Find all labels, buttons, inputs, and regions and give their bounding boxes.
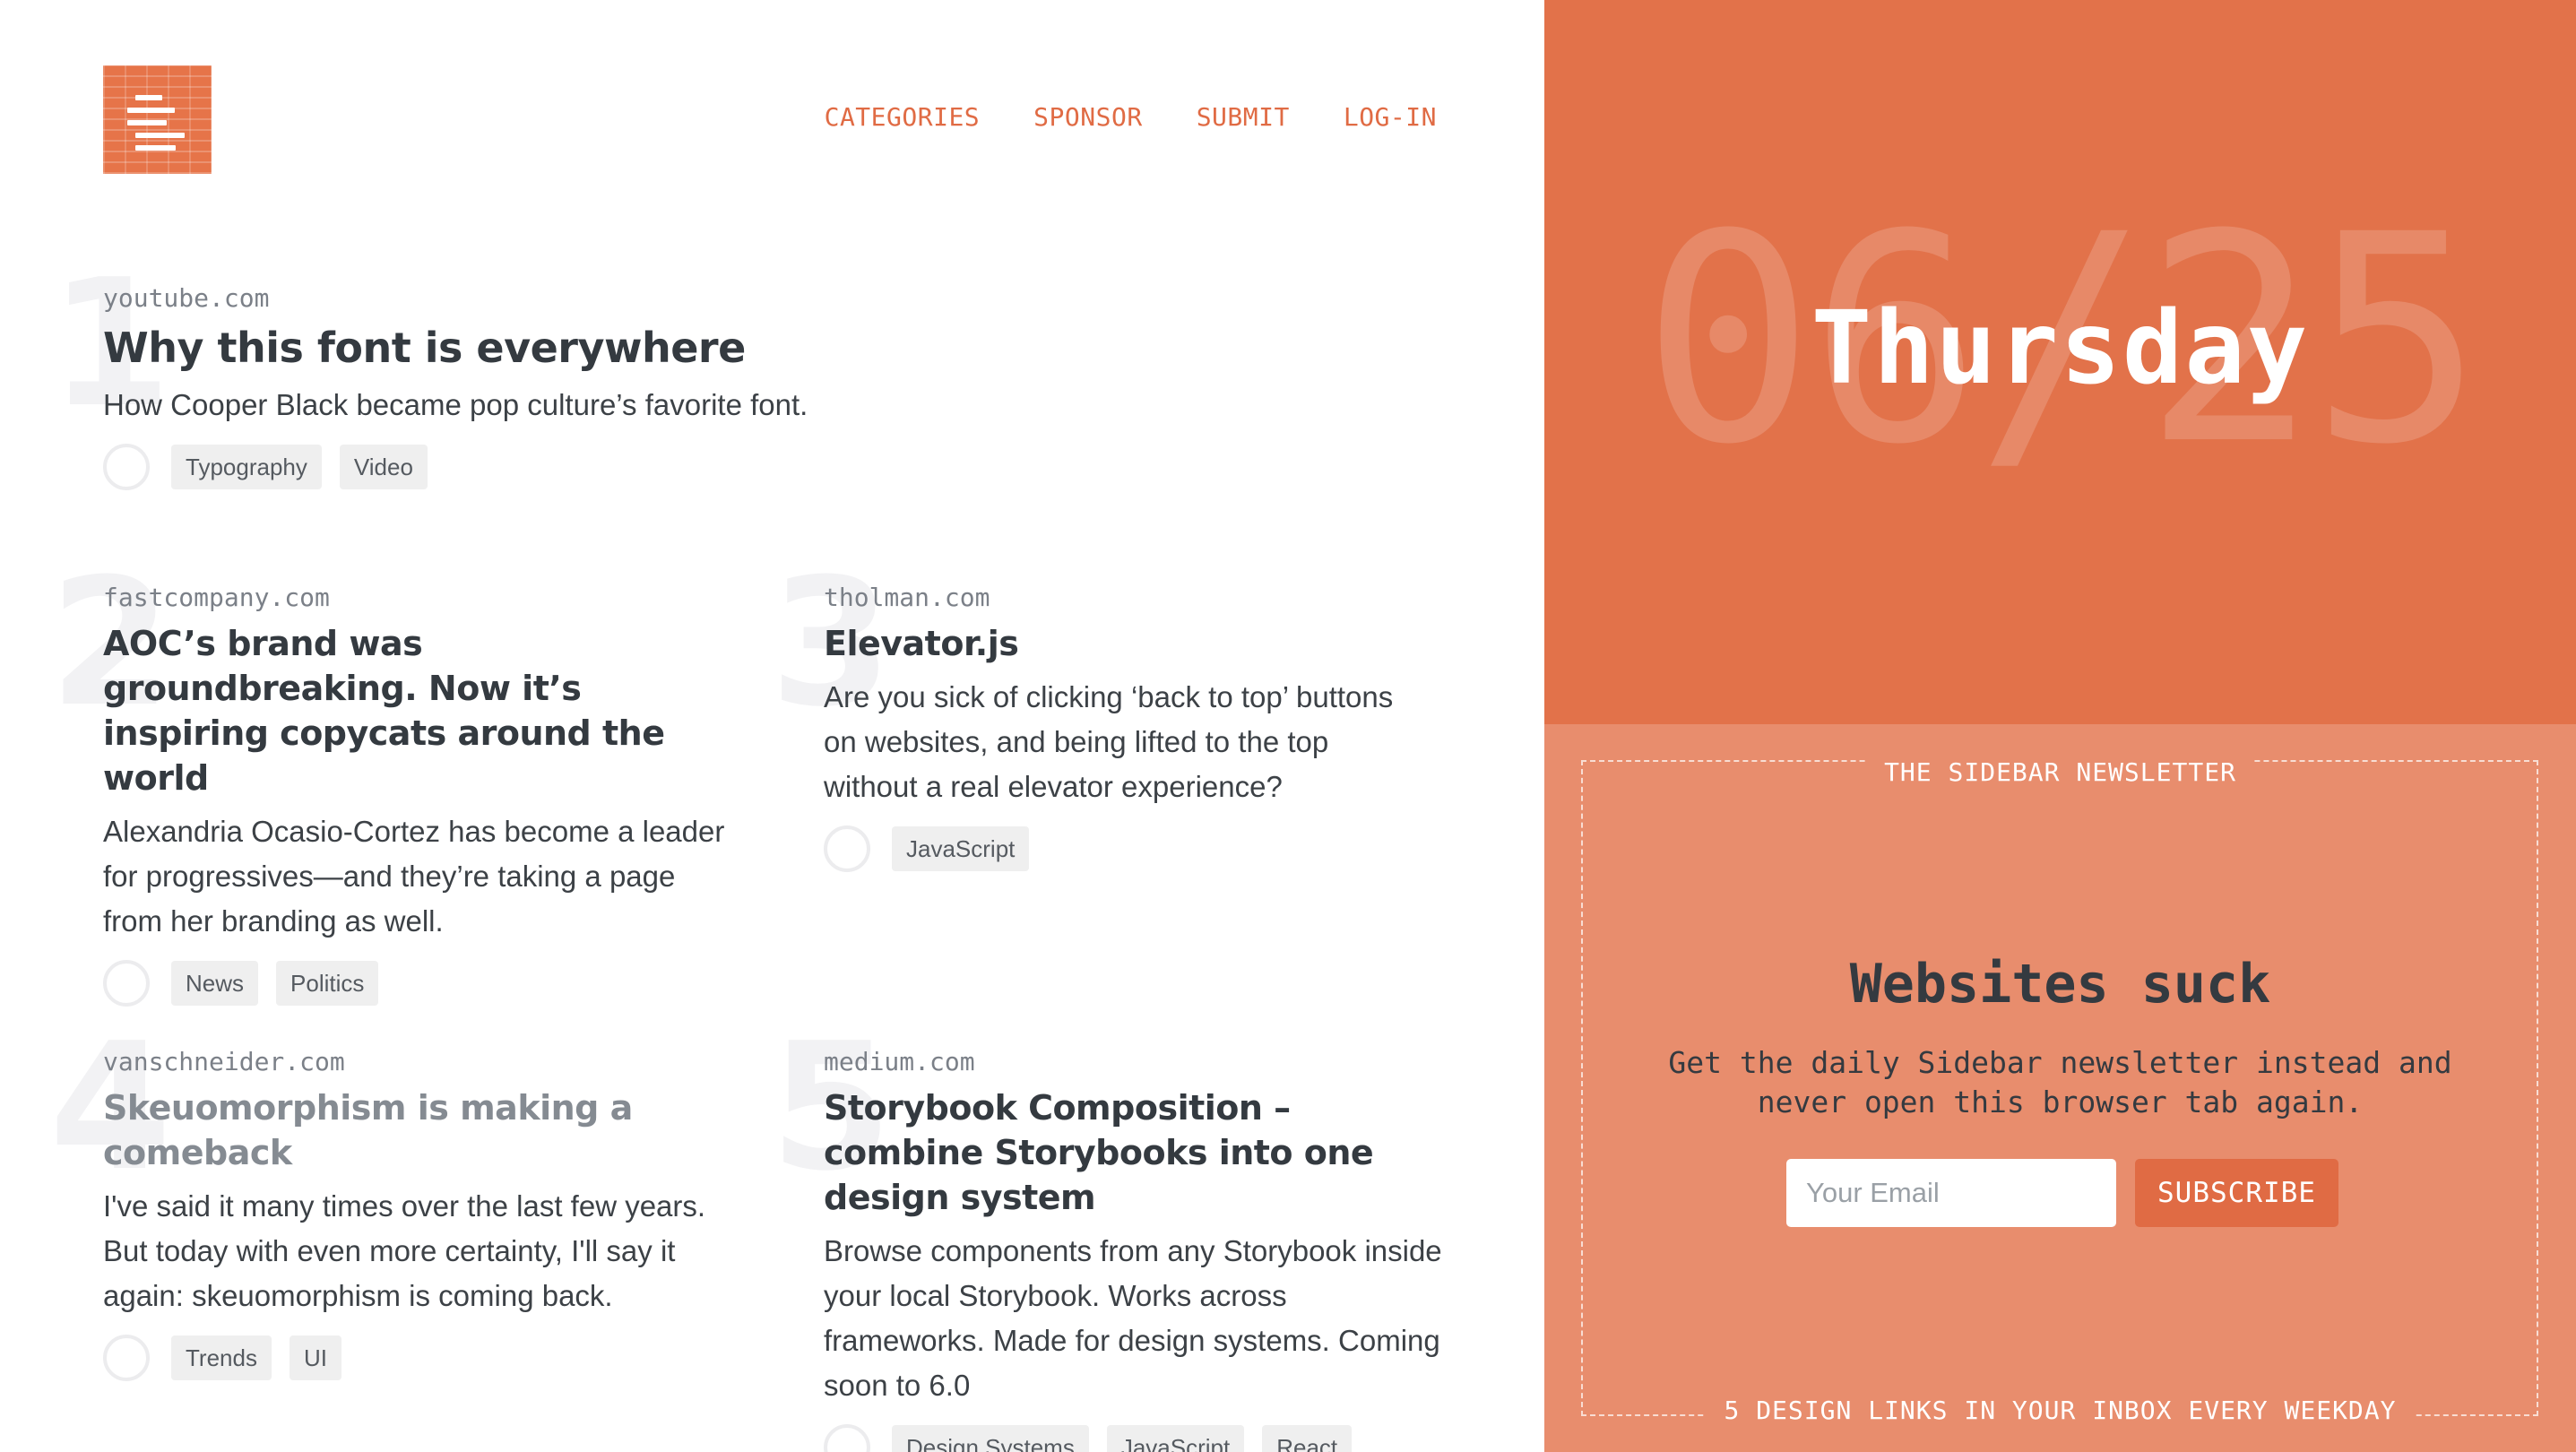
- article-description: Browse components from any Storybook ins…: [824, 1233, 1442, 1402]
- tag[interactable]: Video: [339, 444, 428, 489]
- date-panel: 06/25 Thursday: [1544, 0, 2576, 724]
- tag[interactable]: Trends: [171, 1335, 272, 1380]
- article-title[interactable]: Skeuomorphism is making a comeback: [103, 1085, 730, 1175]
- article-item: 4 vanschneider.com Skeuomorphism is maki…: [49, 1020, 730, 1381]
- article-item: 3 tholman.com Elevator.js Are you sick o…: [770, 556, 1415, 872]
- newsletter-heading: Websites suck: [1849, 953, 2271, 1016]
- article-meta: Trends UI: [103, 1334, 730, 1381]
- tag[interactable]: Design Systems: [892, 1424, 1089, 1452]
- subscribe-button[interactable]: SUBSCRIBE: [2135, 1159, 2338, 1227]
- article-description: How Cooper Black became pop culture’s fa…: [103, 387, 808, 421]
- nav-log-in[interactable]: LOG-IN: [1344, 102, 1437, 132]
- sidebar-column: 06/25 Thursday THE SIDEBAR NEWSLETTER We…: [1544, 0, 2576, 1452]
- tag[interactable]: React: [1262, 1424, 1353, 1452]
- tag[interactable]: UI: [289, 1335, 341, 1380]
- article-domain: vanschneider.com: [103, 1047, 345, 1076]
- nav-categories[interactable]: CATEGORIES: [825, 102, 981, 132]
- article-title[interactable]: Why this font is everywhere: [103, 322, 1430, 374]
- newsletter-panel: THE SIDEBAR NEWSLETTER Websites suck Get…: [1544, 724, 2576, 1452]
- read-toggle-icon[interactable]: [103, 443, 150, 490]
- article-description: I've said it many times over the last fe…: [103, 1188, 706, 1312]
- newsletter-label-row: THE SIDEBAR NEWSLETTER: [1544, 758, 2576, 787]
- read-toggle-icon[interactable]: [103, 959, 150, 1007]
- read-toggle-icon[interactable]: [103, 1334, 150, 1381]
- nav-sponsor[interactable]: SPONSOR: [1033, 102, 1143, 132]
- article-item: 2 fastcompany.com AOC’s brand was ground…: [49, 556, 730, 1007]
- article-domain: tholman.com: [824, 583, 990, 612]
- article-title[interactable]: Elevator.js: [824, 621, 1415, 666]
- newsletter-form: SUBSCRIBE: [1786, 1159, 2338, 1227]
- article-domain: fastcompany.com: [103, 583, 330, 612]
- newsletter-footer-row: 5 DESIGN LINKS IN YOUR INBOX EVERY WEEKD…: [1544, 1396, 2576, 1425]
- tag[interactable]: Typography: [171, 444, 322, 489]
- tag[interactable]: JavaScript: [892, 825, 1030, 871]
- logo-line: [135, 133, 185, 138]
- article-title[interactable]: Storybook Composition – combine Storyboo…: [824, 1085, 1451, 1220]
- article-meta: JavaScript: [824, 825, 1415, 872]
- article-description: Are you sick of clicking ‘back to top’ b…: [824, 679, 1394, 803]
- article-item: 1 youtube.com Why this font is everywher…: [49, 256, 1430, 490]
- logo-line: [127, 108, 175, 113]
- tag[interactable]: JavaScript: [1106, 1424, 1245, 1452]
- nav-submit[interactable]: SUBMIT: [1197, 102, 1290, 132]
- tag[interactable]: News: [171, 960, 259, 1006]
- article-domain: youtube.com: [103, 283, 270, 313]
- article-description: Alexandria Ocasio-Cortez has become a le…: [103, 814, 725, 938]
- article-meta: Typography Video: [103, 443, 1430, 490]
- logo-line: [127, 120, 167, 125]
- article-domain: medium.com: [824, 1047, 975, 1076]
- main-column: CATEGORIES SPONSOR SUBMIT LOG-IN 1 youtu…: [0, 0, 1544, 1452]
- read-toggle-icon[interactable]: [824, 1423, 870, 1452]
- article-meta: Design Systems JavaScript React: [824, 1423, 1451, 1452]
- day-name: Thursday: [1811, 290, 2310, 407]
- email-field[interactable]: [1786, 1159, 2116, 1227]
- logo-line: [135, 95, 162, 100]
- article-meta: News Politics: [103, 959, 730, 1007]
- read-toggle-icon[interactable]: [824, 825, 870, 872]
- tag[interactable]: Politics: [276, 960, 379, 1006]
- article-item: 5 medium.com Storybook Composition – com…: [770, 1020, 1451, 1452]
- newsletter-footer: 5 DESIGN LINKS IN YOUR INBOX EVERY WEEKD…: [1706, 1396, 2415, 1425]
- sidebar-logo-icon[interactable]: [103, 65, 212, 174]
- newsletter-body: Get the daily Sidebar newsletter instead…: [1668, 1045, 2452, 1119]
- article-title[interactable]: AOC’s brand was groundbreaking. Now it’s…: [103, 621, 730, 800]
- top-nav: CATEGORIES SPONSOR SUBMIT LOG-IN: [825, 102, 1437, 132]
- newsletter-label: THE SIDEBAR NEWSLETTER: [1866, 758, 2254, 787]
- logo-line: [135, 145, 176, 151]
